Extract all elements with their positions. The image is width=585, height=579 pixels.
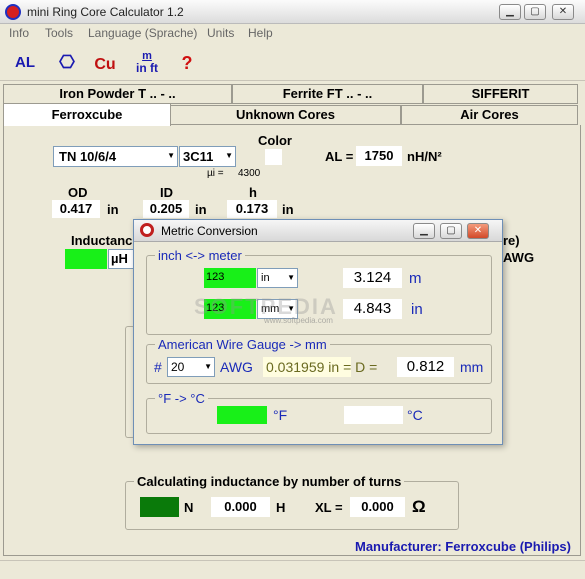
status-bar bbox=[0, 560, 585, 579]
material-select[interactable]: 3C11 ▼ bbox=[179, 146, 236, 167]
mu-label: µi = bbox=[207, 168, 224, 179]
awg-inch-value: 0.031959 in = D = bbox=[266, 359, 378, 375]
tab-ferrite-ft[interactable]: Ferrite FT .. - .. bbox=[232, 84, 423, 104]
color-swatch bbox=[265, 149, 282, 165]
core-type-select[interactable]: TN 10/6/4 ▼ bbox=[53, 146, 178, 167]
inch-meter-title: inch <-> meter bbox=[155, 248, 245, 263]
menu-tools[interactable]: Tools bbox=[45, 26, 73, 40]
chevron-down-icon: ▼ bbox=[204, 362, 212, 371]
id-label: ID bbox=[160, 185, 173, 200]
menu-language[interactable]: Language (Sprache) bbox=[88, 26, 197, 40]
al-label: AL = bbox=[325, 149, 354, 164]
inductance-unit-select[interactable]: µH bbox=[108, 249, 134, 269]
popup-title: Metric Conversion bbox=[161, 224, 258, 238]
id-value: 0.205 bbox=[143, 200, 189, 218]
tab-ferroxcube[interactable]: Ferroxcube bbox=[3, 103, 171, 126]
inch-unit-value: in bbox=[261, 272, 270, 284]
app-icon bbox=[140, 223, 154, 237]
temperature-group: °F -> °C bbox=[146, 391, 492, 434]
menu-info[interactable]: Info bbox=[9, 26, 29, 40]
title-bar: mini Ring Core Calculator 1.2 ▁ ▢ ✕ bbox=[0, 0, 585, 24]
al-value: 1750 bbox=[356, 146, 402, 166]
copper-button[interactable]: Cu bbox=[88, 47, 122, 79]
inch-result-unit: in bbox=[411, 301, 423, 318]
popup-maximize-button[interactable]: ▢ bbox=[440, 223, 462, 239]
window-title: mini Ring Core Calculator 1.2 bbox=[27, 5, 184, 19]
chevron-down-icon: ▼ bbox=[225, 151, 233, 160]
awg-value: 20 bbox=[171, 360, 185, 374]
turns-n-label: N bbox=[184, 500, 194, 515]
meter-unit: m bbox=[409, 270, 422, 287]
fahrenheit-input[interactable] bbox=[217, 406, 267, 424]
h-label: h bbox=[249, 185, 257, 200]
turns-xl-label: XL = bbox=[315, 500, 343, 515]
turns-group-title: Calculating inductance by number of turn… bbox=[134, 474, 405, 489]
color-label: Color bbox=[258, 133, 292, 148]
wire-partial-label: re) bbox=[503, 233, 520, 248]
celsius-unit: °C bbox=[407, 407, 423, 423]
unit-conversion-icon-bottom: in ft bbox=[136, 61, 158, 75]
tab-air-cores[interactable]: Air Cores bbox=[401, 105, 578, 125]
popup-close-button[interactable]: ✕ bbox=[467, 223, 489, 239]
maximize-button[interactable]: ▢ bbox=[524, 4, 546, 20]
toolbar: AL ⎔ Cu m in ft ? bbox=[0, 43, 585, 81]
al-calc-icon: AL bbox=[15, 54, 35, 71]
id-unit: in bbox=[195, 202, 207, 217]
od-label: OD bbox=[68, 185, 88, 200]
chevron-down-icon: ▼ bbox=[167, 151, 175, 160]
od-value: 0.417 bbox=[52, 200, 100, 218]
unit-conversion-button[interactable]: m in ft bbox=[130, 47, 164, 79]
copper-wire-icon: Cu bbox=[94, 56, 116, 73]
awg-mm-unit: mm bbox=[460, 359, 484, 375]
inch-unit-select[interactable]: in ▼ bbox=[257, 268, 298, 288]
tab-unknown-cores[interactable]: Unknown Cores bbox=[170, 105, 401, 125]
turns-xl-value: 0.000 bbox=[350, 497, 405, 517]
temperature-title: °F -> °C bbox=[155, 391, 208, 406]
material-value: 3C11 bbox=[183, 149, 214, 164]
awg-select[interactable]: 20 ▼ bbox=[167, 357, 215, 377]
help-icon: ? bbox=[181, 53, 193, 73]
meter-result: 3.124 bbox=[343, 268, 402, 288]
metric-conversion-window: Metric Conversion ▁ ▢ ✕ inch <-> meter 1… bbox=[133, 219, 503, 445]
awg-title: American Wire Gauge -> mm bbox=[155, 337, 330, 352]
menu-bar: Info Tools Language (Sprache) Units Help bbox=[0, 24, 585, 43]
tab-iron-powder[interactable]: Iron Powder T .. - .. bbox=[3, 84, 232, 104]
turns-input[interactable] bbox=[140, 497, 179, 517]
ohm-icon: Ω bbox=[412, 497, 426, 516]
close-button[interactable]: ✕ bbox=[552, 4, 574, 20]
circuit-button[interactable]: ⎔ bbox=[50, 47, 84, 79]
awg-hash: # bbox=[154, 359, 162, 375]
awg-label: AWG bbox=[220, 359, 253, 375]
turns-h-unit: H bbox=[276, 500, 286, 515]
chevron-down-icon: ▼ bbox=[287, 273, 295, 282]
manufacturer-label: Manufacturer: Ferroxcube (Philips) bbox=[355, 539, 571, 554]
core-type-value: TN 10/6/4 bbox=[59, 149, 117, 164]
al-calc-button[interactable]: AL bbox=[8, 47, 42, 79]
popup-title-bar: Metric Conversion ▁ ▢ ✕ bbox=[134, 220, 502, 242]
mu-value: 4300 bbox=[238, 168, 261, 179]
inch-input[interactable]: 123 bbox=[204, 268, 256, 288]
minimize-button[interactable]: ▁ bbox=[499, 4, 521, 20]
al-unit: nH/N² bbox=[407, 149, 442, 164]
help-button[interactable]: ? bbox=[170, 47, 204, 79]
inductance-label: Inductanc bbox=[71, 233, 133, 248]
watermark-url: www.softpedia.com bbox=[264, 316, 333, 325]
celsius-result bbox=[344, 406, 403, 424]
menu-help[interactable]: Help bbox=[248, 26, 273, 40]
turns-h-value: 0.000 bbox=[211, 497, 270, 517]
h-value: 0.173 bbox=[227, 200, 277, 218]
od-unit: in bbox=[107, 202, 119, 217]
menu-units[interactable]: Units bbox=[207, 26, 234, 40]
tab-sifferit[interactable]: SIFFERIT bbox=[423, 84, 578, 104]
awg-partial-label: AWG bbox=[503, 250, 535, 265]
app-icon bbox=[5, 4, 21, 20]
inch-result: 4.843 bbox=[343, 299, 402, 319]
awg-mm-result: 0.812 bbox=[397, 357, 454, 377]
h-unit: in bbox=[282, 202, 294, 217]
popup-minimize-button[interactable]: ▁ bbox=[413, 223, 435, 239]
fahrenheit-unit: °F bbox=[273, 407, 288, 423]
inductance-input[interactable] bbox=[65, 249, 107, 269]
circuit-icon: ⎔ bbox=[59, 52, 75, 72]
